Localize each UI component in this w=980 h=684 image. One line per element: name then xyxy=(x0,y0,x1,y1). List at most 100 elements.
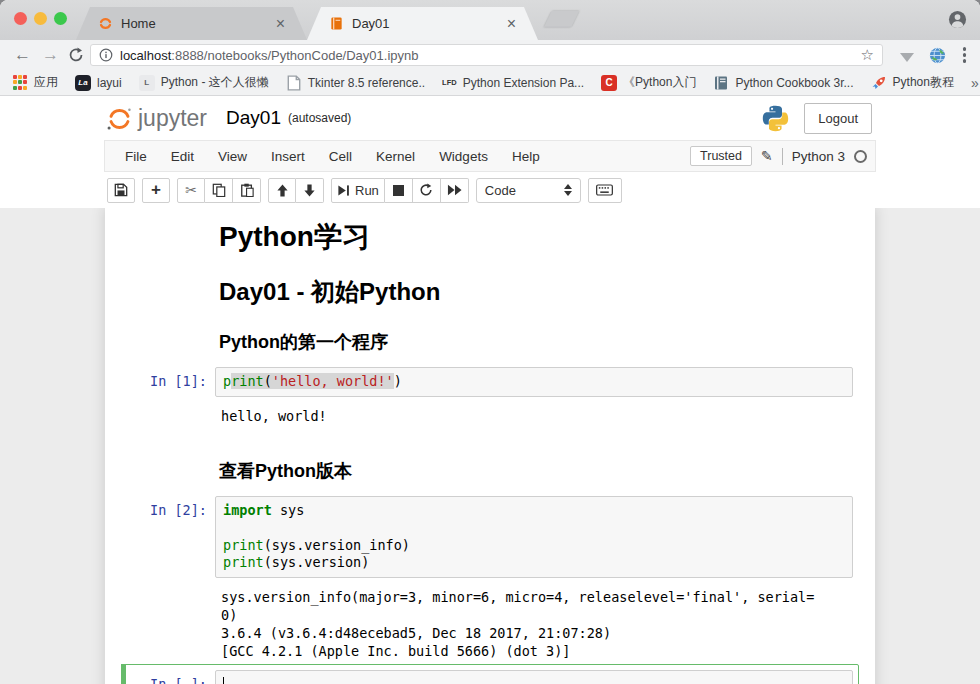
heading-level-2: Day01 - 初始Python xyxy=(219,278,853,306)
trusted-button[interactable]: Trusted xyxy=(690,146,752,166)
new-tab-button[interactable] xyxy=(544,11,579,27)
interrupt-kernel-button[interactable] xyxy=(385,178,413,203)
cell-prompt xyxy=(127,325,215,331)
red-c-icon: C xyxy=(601,75,617,91)
select-arrows-icon xyxy=(564,184,572,196)
bookmarks-bar: 应用 La layui L Python - 这个人很懒 Tkinter 8.5… xyxy=(0,70,980,96)
markdown-cell[interactable]: Python学习 xyxy=(121,209,859,263)
run-cell-button[interactable]: Run xyxy=(331,178,385,203)
apps-grid-icon xyxy=(12,75,28,91)
download-arrow-icon[interactable] xyxy=(900,53,914,62)
tab-home[interactable]: Home × xyxy=(76,7,307,40)
back-icon[interactable]: ← xyxy=(14,46,31,64)
scissors-icon: ✂ xyxy=(185,182,197,198)
bookmark-python-blog[interactable]: L Python - 这个人很懒 xyxy=(139,74,269,91)
globe-icon[interactable] xyxy=(929,47,946,64)
arrow-down-icon xyxy=(303,184,316,197)
menu-view[interactable]: View xyxy=(206,149,259,164)
code-cell[interactable]: In [1]:print('hello, world!') xyxy=(121,361,859,403)
restart-run-all-button[interactable] xyxy=(441,178,469,203)
bookmark-python-extension[interactable]: LFD Python Extension Pa... xyxy=(442,76,584,90)
notebook-toolbar: + ✂ xyxy=(0,172,980,208)
kernel-status-icon xyxy=(854,150,867,163)
menu-kernel[interactable]: Kernel xyxy=(364,149,427,164)
cell-output: sys.version_info(major=3, minor=6, micro… xyxy=(121,584,859,664)
markdown-cell[interactable]: Day01 - 初始Python xyxy=(121,263,859,319)
restart-kernel-button[interactable] xyxy=(413,178,441,203)
menu-insert[interactable]: Insert xyxy=(259,149,317,164)
bookmark-layui[interactable]: La layui xyxy=(75,75,122,91)
profile-icon[interactable] xyxy=(948,10,967,29)
edit-mode-pencil-icon: ✎ xyxy=(761,148,773,164)
text-cursor xyxy=(223,677,224,684)
notebook-title[interactable]: Day01 xyxy=(226,107,281,129)
url-box[interactable]: localhost:8888/notebooks/PythonCode/Day0… xyxy=(90,44,883,66)
cut-cell-button[interactable]: ✂ xyxy=(177,178,205,203)
copy-cell-button[interactable] xyxy=(205,178,233,203)
browser-menu-icon[interactable] xyxy=(963,47,967,63)
tab-day01-label: Day01 xyxy=(352,16,499,31)
cell-prompt: In [2]: xyxy=(127,496,215,520)
move-cell-down-button[interactable] xyxy=(296,178,324,203)
move-cell-up-button[interactable] xyxy=(268,178,296,203)
browser-tab-bar: Home × Day01 × xyxy=(0,0,980,40)
notebook-content-area: Python学习Day01 - 初始PythonPython的第一个程序In [… xyxy=(0,208,980,684)
menu-help[interactable]: Help xyxy=(500,149,552,164)
notebook-menu-bar: File Edit View Insert Cell Kernel Widget… xyxy=(104,140,876,172)
add-cell-button[interactable]: + xyxy=(142,178,170,203)
menu-widgets[interactable]: Widgets xyxy=(427,149,500,164)
bookmark-cookbook[interactable]: Python Cookbook 3r... xyxy=(713,75,853,91)
code-input[interactable]: print('hello, world!') xyxy=(215,367,853,397)
keyboard-icon xyxy=(596,184,613,196)
tab-day01[interactable]: Day01 × xyxy=(307,7,538,40)
code-input[interactable]: import sys print(sys.version_info) print… xyxy=(215,496,853,578)
bookmark-python-tutorial[interactable]: Python教程 xyxy=(871,74,954,91)
minimize-window-button[interactable] xyxy=(34,12,47,25)
code-cell[interactable]: In [2]:import sys print(sys.version_info… xyxy=(121,490,859,584)
autosave-status: (autosaved) xyxy=(288,111,351,125)
close-window-button[interactable] xyxy=(14,12,27,25)
refresh-icon[interactable] xyxy=(68,47,84,63)
arrow-up-icon xyxy=(276,184,289,197)
page-icon xyxy=(286,75,302,91)
jupyter-header: jupyter Day01 (autosaved) Logout xyxy=(0,96,980,140)
logout-button[interactable]: Logout xyxy=(804,103,872,134)
forward-icon[interactable]: → xyxy=(42,46,59,64)
code-cell[interactable]: In [ ]: xyxy=(121,664,859,684)
bookmark-python-intro[interactable]: C 《Python入门 xyxy=(601,74,696,91)
stop-icon xyxy=(393,185,404,196)
command-palette-button[interactable] xyxy=(588,178,622,203)
info-icon[interactable] xyxy=(99,48,113,62)
tab-day01-close-icon[interactable]: × xyxy=(507,17,516,31)
menu-edit[interactable]: Edit xyxy=(159,149,206,164)
restart-icon xyxy=(419,183,433,197)
rocket-icon xyxy=(871,75,887,91)
code-input[interactable] xyxy=(215,670,853,684)
cell-prompt xyxy=(127,215,215,221)
cell-type-select[interactable]: Code xyxy=(476,178,581,203)
save-button[interactable] xyxy=(107,178,135,203)
jupyter-spinner-icon xyxy=(98,16,113,31)
kernel-name: Python 3 xyxy=(792,149,845,164)
cell-output: hello, world! xyxy=(121,403,859,429)
bookmark-tkinter[interactable]: Tkinter 8.5 reference.. xyxy=(286,75,425,91)
copy-icon xyxy=(212,183,226,197)
cell-prompt xyxy=(127,269,215,275)
url-text[interactable]: localhost:8888/notebooks/PythonCode/Day0… xyxy=(120,48,419,63)
markdown-cell[interactable]: 查看Python版本 xyxy=(121,448,859,490)
zoom-window-button[interactable] xyxy=(54,12,67,25)
save-icon xyxy=(114,183,128,197)
menu-file[interactable]: File xyxy=(113,149,159,164)
tab-home-close-icon[interactable]: × xyxy=(276,17,285,31)
cell-type-value: Code xyxy=(485,183,516,198)
cell-prompt: In [ ]: xyxy=(127,670,215,684)
menu-cell[interactable]: Cell xyxy=(317,149,364,164)
bookmark-apps[interactable]: 应用 xyxy=(12,74,58,91)
tab-home-label: Home xyxy=(121,16,268,31)
bookmarks-overflow-icon[interactable]: » xyxy=(971,75,979,91)
jupyter-logo[interactable]: jupyter xyxy=(106,105,207,132)
markdown-cell[interactable]: Python的第一个程序 xyxy=(121,319,859,361)
paste-cell-button[interactable] xyxy=(233,178,261,203)
divider xyxy=(782,148,783,165)
bookmark-star-icon[interactable]: ☆ xyxy=(861,46,874,64)
